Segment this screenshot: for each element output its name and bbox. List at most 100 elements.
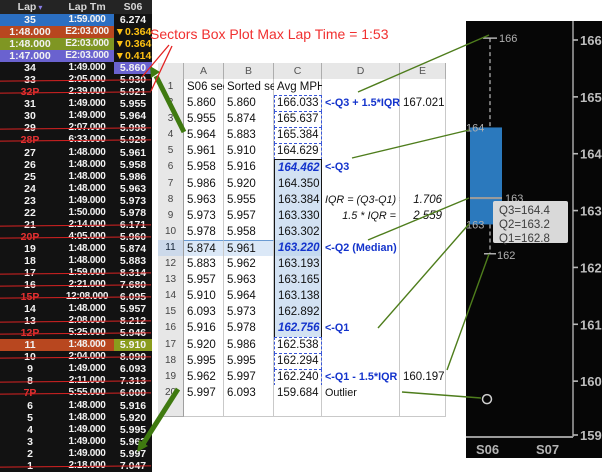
sheet-cell-a[interactable]: 5.973: [184, 208, 224, 225]
lap-table-row[interactable]: 91:49.0006.093: [0, 363, 152, 375]
sheet-cell-c[interactable]: [274, 401, 322, 417]
sheet-cell-e[interactable]: [400, 272, 446, 289]
sheet-cell-a[interactable]: 5.995: [184, 353, 224, 370]
sheet-cell-a[interactable]: 5.920: [184, 337, 224, 354]
lap-table-row[interactable]: 231:49.0005.973: [0, 195, 152, 207]
lap-table-row[interactable]: 1:48.000E2:03.000▼0.364: [0, 26, 152, 38]
lap-table-row[interactable]: 12P5:25.0005.946: [0, 327, 152, 339]
sheet-cell-b[interactable]: 5.957: [224, 208, 274, 225]
sheet-row-header[interactable]: 18: [158, 353, 184, 370]
sheet-cell-e[interactable]: [400, 256, 446, 273]
sheet-cell-c[interactable]: 166.033: [274, 95, 322, 112]
sheet-cell-a[interactable]: 5.962: [184, 369, 224, 386]
sheet-cell-e[interactable]: [400, 320, 446, 337]
lap-table-row[interactable]: 311:49.0005.955: [0, 98, 152, 110]
sheet-cell-e[interactable]: [400, 385, 446, 402]
sheet-cell-e[interactable]: [400, 143, 446, 160]
sheet-cell-b[interactable]: 5.883: [224, 127, 274, 144]
sheet-cell-c[interactable]: 163.330: [274, 208, 322, 225]
sheet-cell-c[interactable]: 165.637: [274, 111, 322, 128]
s06-column-header[interactable]: S06: [114, 0, 152, 15]
sheet-cell-e[interactable]: 2.559: [400, 208, 446, 225]
sheet-cell-b[interactable]: 5.962: [224, 256, 274, 273]
sheet-row-header[interactable]: 19: [158, 369, 184, 386]
sheet-cell-b[interactable]: 5.874: [224, 111, 274, 128]
lap-table-row[interactable]: 82:11.0007.313: [0, 375, 152, 387]
sheet-row-header[interactable]: 3: [158, 111, 184, 128]
sheet-cell-e[interactable]: [400, 79, 446, 96]
lap-table-row[interactable]: 32P2:39.0005.921: [0, 86, 152, 98]
sheet-cell-b[interactable]: 5.973: [224, 304, 274, 321]
sheet-cell-c[interactable]: 164.350: [274, 176, 322, 193]
sheet-row-header[interactable]: 7: [158, 176, 184, 193]
lap-table-row[interactable]: 132:08.0008.212: [0, 315, 152, 327]
sheet-cell-d[interactable]: [322, 79, 400, 96]
lap-table-row[interactable]: 261:48.0005.958: [0, 159, 152, 171]
sheet-cell-a[interactable]: [184, 401, 224, 417]
sheet-cell-a[interactable]: 5.961: [184, 143, 224, 160]
sheet-cell-e[interactable]: [400, 111, 446, 128]
lap-table-row[interactable]: 20P4:05.0005.960: [0, 231, 152, 243]
sheet-cell-a[interactable]: 5.963: [184, 192, 224, 209]
sheet-cell-d[interactable]: [322, 337, 400, 354]
sheet-cell-e[interactable]: [400, 224, 446, 241]
sheet-cell-c[interactable]: 163.384: [274, 192, 322, 209]
lap-table-row[interactable]: 1:47.000E2:03.000▼0.414: [0, 50, 152, 62]
sheet-row-header[interactable]: 17: [158, 337, 184, 354]
sheet-cell-b[interactable]: 5.997: [224, 369, 274, 386]
sheet-cell-b[interactable]: 5.910: [224, 143, 274, 160]
lap-table-row[interactable]: 351:59.0006.274: [0, 14, 152, 26]
sheet-cell-c[interactable]: 163.138: [274, 288, 322, 305]
lap-table-row[interactable]: 7P5:55.0006.000: [0, 387, 152, 399]
lap-table-row[interactable]: 292:07.0005.998: [0, 122, 152, 134]
sheet-cell-b[interactable]: 5.860: [224, 95, 274, 112]
sheet-cell-a[interactable]: 5.955: [184, 111, 224, 128]
sheet-cell-d[interactable]: [322, 176, 400, 193]
sheet-cell-e[interactable]: [400, 337, 446, 354]
sheet-cell-c[interactable]: 162.538: [274, 337, 322, 354]
lap-table-row[interactable]: 21:49.0005.997: [0, 448, 152, 460]
sheet-cell-d[interactable]: [322, 401, 400, 417]
sheet-cell-d[interactable]: [322, 353, 400, 370]
sheet-cell-e[interactable]: [400, 304, 446, 321]
sheet-cell-e[interactable]: [400, 288, 446, 305]
sheet-cell-c[interactable]: 163.193: [274, 256, 322, 273]
sheet-row-header[interactable]: 13: [158, 272, 184, 289]
lap-table-row[interactable]: 301:49.0005.964: [0, 110, 152, 122]
sheet-cell-c[interactable]: 162.294: [274, 353, 322, 370]
laptime-column-header[interactable]: Lap Tm: [60, 0, 114, 15]
sheet-cell-d[interactable]: <-Q3 + 1.5*IQR =: [322, 95, 400, 112]
sheet-cell-d[interactable]: [322, 224, 400, 241]
sheet-cell-b[interactable]: 5.978: [224, 320, 274, 337]
lap-table-row[interactable]: 102:04.0008.090: [0, 351, 152, 363]
sheet-cell-c[interactable]: Avg MPH: [274, 79, 322, 96]
lap-column-header[interactable]: Lap▾: [0, 0, 60, 15]
sheet-cell-b[interactable]: 5.958: [224, 224, 274, 241]
sheet-cell-d[interactable]: [322, 272, 400, 289]
sheet-cell-a[interactable]: 5.860: [184, 95, 224, 112]
sheet-cell-e[interactable]: [400, 176, 446, 193]
lap-table-row[interactable]: 28P6:33.0005.928: [0, 134, 152, 146]
sheet-row-header[interactable]: 20: [158, 385, 184, 402]
sheet-cell-c[interactable]: 159.684: [274, 385, 322, 402]
lap-table-row[interactable]: 61:48.0005.916: [0, 400, 152, 412]
sheet-cell-a[interactable]: 5.978: [184, 224, 224, 241]
sheet-cell-a[interactable]: 6.093: [184, 304, 224, 321]
lap-table-row[interactable]: 51:48.0005.920: [0, 412, 152, 424]
lap-table-row[interactable]: 171:59.0008.314: [0, 267, 152, 279]
sheet-row-header[interactable]: 5: [158, 143, 184, 160]
lap-table-row[interactable]: 251:48.0005.986: [0, 171, 152, 183]
sheet-cell-a[interactable]: S06 sec: [184, 79, 224, 96]
sheet-cell-d[interactable]: <-Q1 - 1.5*IQR =: [322, 369, 400, 386]
sheet-row-header[interactable]: 4: [158, 127, 184, 144]
sheet-row-header[interactable]: [158, 401, 184, 417]
lap-table-row[interactable]: 241:48.0005.963: [0, 183, 152, 195]
sheet-cell-d[interactable]: [322, 111, 400, 128]
sheet-column-header-C[interactable]: C: [274, 63, 322, 80]
lap-table-row[interactable]: 111:48.0005.910: [0, 339, 152, 351]
sheet-row-header[interactable]: 8: [158, 192, 184, 209]
sheet-cell-a[interactable]: 5.910: [184, 288, 224, 305]
sheet-cell-e[interactable]: [400, 127, 446, 144]
sheet-row-header[interactable]: 2: [158, 95, 184, 112]
sheet-row-header[interactable]: 12: [158, 256, 184, 273]
